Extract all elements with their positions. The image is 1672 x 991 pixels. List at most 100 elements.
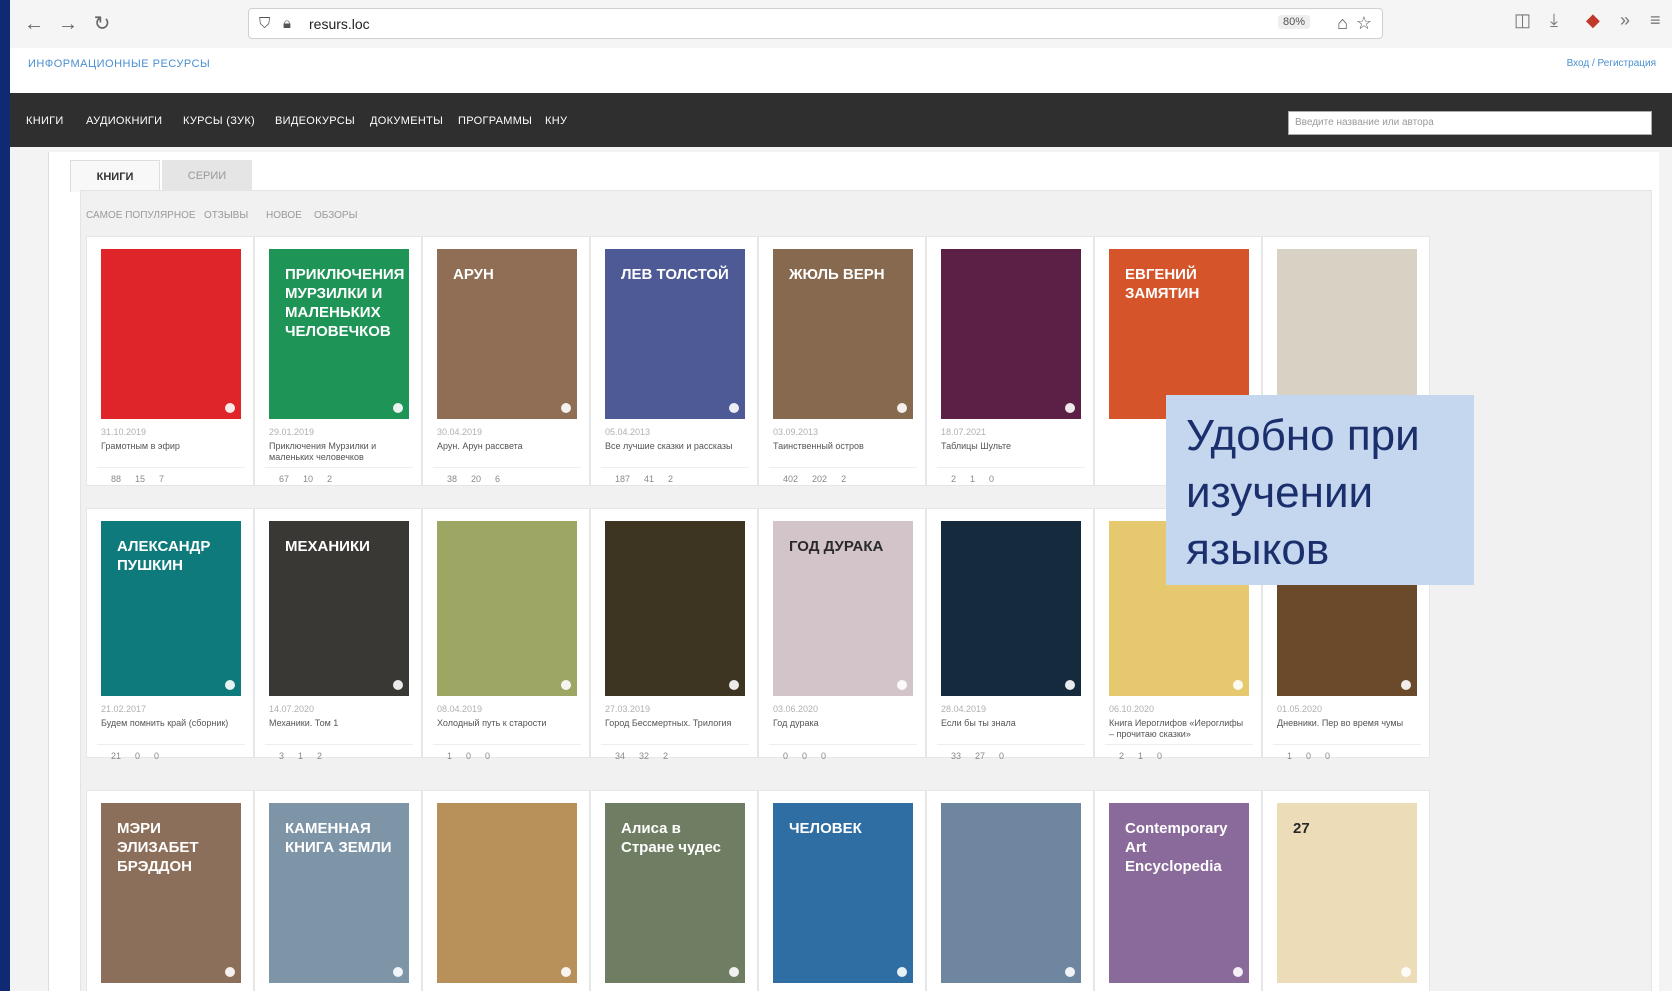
bookmark-icon[interactable] (393, 680, 403, 690)
book-card[interactable] (926, 790, 1094, 991)
menu-item-books[interactable]: КНИГИ (26, 115, 64, 127)
bookmark-icon[interactable] (729, 967, 739, 977)
bookmark-icon[interactable] (1401, 680, 1411, 690)
book-title[interactable]: Грамотным в эфир (101, 441, 241, 452)
book-card[interactable]: 18.07.2021 Таблицы Шульте 2 1 0 (926, 236, 1094, 486)
book-title[interactable]: Механики. Том 1 (269, 718, 409, 729)
book-card[interactable]: МЕХАНИКИ 14.07.2020 Механики. Том 1 3 1 2 (254, 508, 422, 761)
book-card[interactable]: КАМЕННАЯ КНИГА ЗЕМЛИ (254, 790, 422, 991)
book-cover[interactable] (437, 521, 577, 696)
book-card[interactable]: ПРИКЛЮЧЕНИЯ МУРЗИЛКИ И МАЛЕНЬКИХ ЧЕЛОВЕЧ… (254, 236, 422, 486)
book-title[interactable]: Будем помнить край (сборник) (101, 718, 241, 729)
book-cover[interactable]: ЧЕЛОВЕК (773, 803, 913, 983)
subtab-reviews[interactable]: ОТЗЫВЫ (204, 210, 248, 221)
menu-item-courses[interactable]: КУРСЫ (ЗУК) (183, 115, 255, 127)
book-cover[interactable]: ЖЮЛЬ ВЕРН (773, 249, 913, 419)
lock-icon[interactable]: 🔒︎ (283, 15, 291, 32)
menu-item-documents[interactable]: ДОКУМЕНТЫ (370, 115, 443, 127)
tab-series[interactable]: СЕРИИ (162, 160, 252, 192)
book-card[interactable]: 28.04.2019 Если бы ты знала 33 27 0 (926, 508, 1094, 761)
book-cover[interactable]: АРУН (437, 249, 577, 419)
bookmark-icon[interactable] (393, 967, 403, 977)
book-cover[interactable]: ЕВГЕНИЙ ЗАМЯТИН (1109, 249, 1249, 419)
book-cover[interactable] (1277, 249, 1417, 419)
book-title[interactable]: Все лучшие сказки и рассказы (605, 441, 745, 452)
book-card[interactable]: МЭРИ ЭЛИЗАБЕТ БРЭДДОН26.12.2017 (86, 790, 254, 991)
menu-icon[interactable]: ≡ (1650, 10, 1661, 31)
bookmark-icon[interactable] (1233, 967, 1243, 977)
book-title[interactable]: Дневники. Пер во время чумы (1277, 718, 1417, 729)
book-title[interactable]: Год дурака (773, 718, 913, 729)
bookmark-icon[interactable] (729, 403, 739, 413)
book-cover[interactable]: МЭРИ ЭЛИЗАБЕТ БРЭДДОН (101, 803, 241, 983)
home-icon[interactable]: ⌂ (1337, 13, 1348, 34)
book-cover[interactable]: ПРИКЛЮЧЕНИЯ МУРЗИЛКИ И МАЛЕНЬКИХ ЧЕЛОВЕЧ… (269, 249, 409, 419)
bookmark-icon[interactable] (1401, 967, 1411, 977)
book-card[interactable]: 08.04.2019 Холодный путь к старости 1 0 0 (422, 508, 590, 761)
download-icon[interactable]: ⤓ (1550, 10, 1558, 31)
subtab-popular[interactable]: САМОЕ ПОПУЛЯРНОЕ (86, 210, 196, 221)
menu-item-programs[interactable]: ПРОГРАММЫ (458, 115, 532, 127)
book-cover[interactable] (605, 521, 745, 696)
book-cover[interactable]: МЕХАНИКИ (269, 521, 409, 696)
bookmark-icon[interactable] (225, 680, 235, 690)
search-input[interactable]: Введите название или автора (1288, 111, 1652, 135)
book-card[interactable]: 27.03.2019 Город Бессмертных. Трилогия 34 3… (590, 508, 758, 761)
book-card[interactable]: Алиса в Стране чудес27.02.2019Алиса в Ст… (590, 790, 758, 991)
bookmark-icon[interactable] (1065, 403, 1075, 413)
bookmark-icon[interactable] (561, 967, 571, 977)
reload-icon[interactable]: ↻ (90, 12, 114, 36)
menu-item-audiobooks[interactable]: АУДИОКНИГИ (86, 115, 162, 127)
extension-icon[interactable]: ◆ (1586, 10, 1600, 31)
book-title[interactable]: Арун. Арун рассвета (437, 441, 577, 452)
bookmark-icon[interactable] (393, 403, 403, 413)
book-cover[interactable]: Contemporary Art Encyclopedia (1109, 803, 1249, 983)
book-cover[interactable] (437, 803, 577, 983)
bookmark-icon[interactable] (561, 680, 571, 690)
book-card[interactable]: ЛЕВ ТОЛСТОЙ 05.04.2013 Все лучшие сказки и… (590, 236, 758, 486)
book-cover[interactable]: ГОД ДУРАКА (773, 521, 913, 696)
tab-books[interactable]: КНИГИ (70, 160, 160, 192)
forward-icon[interactable]: → (56, 12, 80, 36)
bookmark-icon[interactable] (897, 680, 907, 690)
book-title[interactable]: Если бы ты знала (941, 718, 1081, 729)
bookmark-icon[interactable] (729, 680, 739, 690)
shield-icon[interactable]: ⛉ (259, 15, 270, 32)
book-card[interactable]: 27 (1262, 790, 1430, 991)
zoom-level[interactable]: 80% (1277, 15, 1310, 29)
bookmark-icon[interactable] (897, 403, 907, 413)
book-card[interactable]: ЖЮЛЬ ВЕРН 03.09.2013 Таинственный остров 40… (758, 236, 926, 486)
book-card[interactable] (422, 790, 590, 991)
book-card[interactable]: 31.10.2019 Грамотным в эфир 88 15 7 (86, 236, 254, 486)
book-cover[interactable] (941, 803, 1081, 983)
star-icon[interactable]: ☆ (1356, 13, 1372, 34)
subtab-new[interactable]: НОВОЕ (266, 210, 302, 221)
login-link[interactable]: Вход / Регистрация (1567, 58, 1656, 69)
more-icon[interactable]: » (1620, 10, 1630, 31)
book-title[interactable]: Город Бессмертных. Трилогия (605, 718, 745, 729)
book-cover[interactable]: КАМЕННАЯ КНИГА ЗЕМЛИ (269, 803, 409, 983)
book-card[interactable]: ЧЕЛОВЕК (758, 790, 926, 991)
bookmark-icon[interactable] (1065, 680, 1075, 690)
bookmark-icon[interactable] (225, 403, 235, 413)
bookmark-icon[interactable] (225, 967, 235, 977)
book-cover[interactable] (101, 249, 241, 419)
book-cover[interactable]: ЛЕВ ТОЛСТОЙ (605, 249, 745, 419)
book-title[interactable]: Таинственный остров (773, 441, 913, 452)
book-cover[interactable]: АЛЕКСАНДР ПУШКИН (101, 521, 241, 696)
book-cover[interactable] (941, 521, 1081, 696)
bookmark-icon[interactable] (561, 403, 571, 413)
address-bar[interactable]: ⛉ 🔒︎ resurs.loc 80% ⌂ ☆ (248, 8, 1383, 39)
book-title[interactable]: Таблицы Шульте (941, 441, 1081, 452)
menu-item-videocourses[interactable]: ВИДЕОКУРСЫ (275, 115, 355, 127)
book-title[interactable]: Приключения Мурзилки и маленьких человеч… (269, 441, 409, 463)
book-cover[interactable]: 27 (1277, 803, 1417, 983)
subtab-overviews[interactable]: ОБЗОРЫ (314, 210, 357, 221)
book-cover[interactable] (941, 249, 1081, 419)
back-icon[interactable]: ← (22, 12, 46, 36)
menu-item-knu[interactable]: КНУ (545, 115, 567, 127)
book-cover[interactable]: Алиса в Стране чудес (605, 803, 745, 983)
bookmark-icon[interactable] (1233, 680, 1243, 690)
book-card[interactable]: Contemporary Art Encyclopedia (1094, 790, 1262, 991)
book-card[interactable]: АРУН 30.04.2019 Арун. Арун рассвета 38 20 6 (422, 236, 590, 486)
